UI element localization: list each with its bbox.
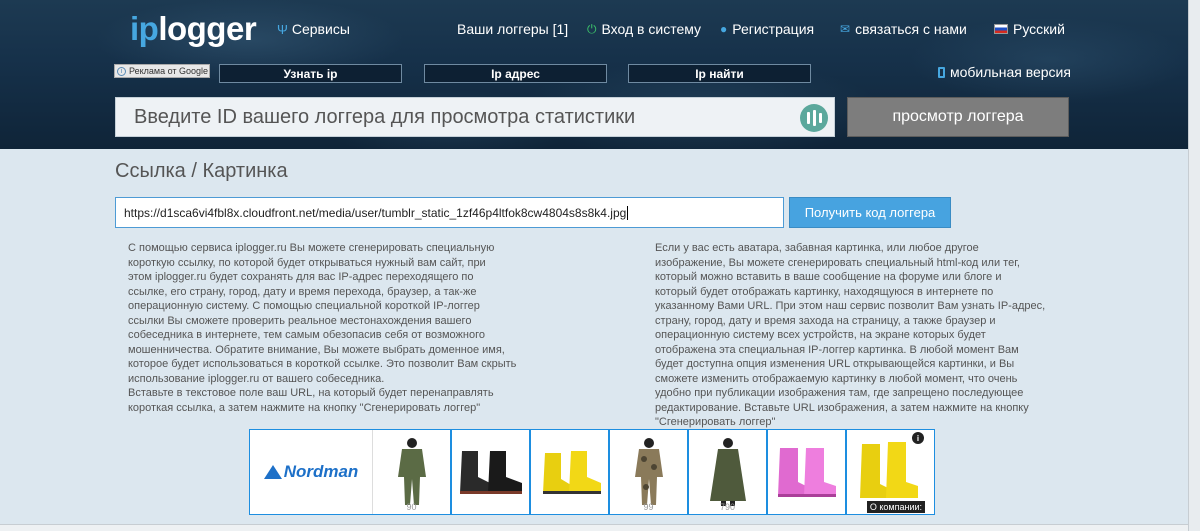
power-icon: ⏻: [587, 21, 597, 36]
ad-product-boots-black[interactable]: [452, 430, 531, 514]
info-icon: i: [117, 66, 126, 76]
ad-brand-name: Nordman: [283, 462, 359, 481]
boot-icon: [859, 442, 918, 498]
ad-link-1[interactable]: Узнать ip: [219, 64, 402, 83]
services-menu[interactable]: Ψ Сервисы: [277, 21, 350, 37]
contact-link[interactable]: ✉ связаться с нами: [840, 21, 967, 37]
login-link[interactable]: ⏻ Вход в систему: [587, 21, 701, 37]
ad-product-suit-olive[interactable]: 90: [373, 430, 452, 514]
fork-icon: Ψ: [277, 21, 288, 37]
register-label: Регистрация: [732, 21, 815, 37]
text-caret: [627, 205, 629, 220]
get-logger-code-button[interactable]: Получить код логгера: [789, 197, 951, 228]
view-logger-button[interactable]: просмотр логгера: [847, 97, 1069, 137]
url-input-value: https://d1sca6vi4fbl8x.cloudfront.net/me…: [124, 205, 627, 220]
bottom-edge: [0, 524, 1188, 531]
logger-id-input[interactable]: [116, 98, 796, 136]
ad-info-icon[interactable]: i: [912, 432, 924, 444]
my-loggers-link[interactable]: Ваши логгеры [1]: [457, 21, 568, 37]
logo-text: logger: [158, 10, 257, 47]
ad-banner[interactable]: Nordman 90 99 790 i О компании:: [249, 429, 935, 515]
ad-product-boots-pink[interactable]: [768, 430, 847, 514]
equalizer-icon[interactable]: [800, 104, 828, 132]
ad-choices-marker[interactable]: i Реклама от Google: [114, 64, 210, 78]
language-label: Русский: [1013, 21, 1065, 37]
phone-icon: [938, 66, 945, 78]
product-price: 90: [406, 502, 417, 512]
nordman-logo-icon: [263, 465, 282, 479]
description-left: С помощью сервиса iplogger.ru Вы можете …: [128, 242, 517, 414]
boot-icon: [777, 448, 836, 497]
url-input[interactable]: https://d1sca6vi4fbl8x.cloudfront.net/me…: [115, 197, 784, 228]
contact-label: связаться с нами: [855, 21, 967, 37]
site-header: iplogger Ψ Сервисы Ваши логгеры [1] ⏻ Вх…: [0, 0, 1200, 149]
product-price: 99: [643, 502, 654, 512]
ad-link-3[interactable]: Ip найти: [628, 64, 811, 83]
ad-product-boots-yellow-low[interactable]: [531, 430, 610, 514]
mobile-label: мобильная версия: [950, 64, 1071, 80]
ad-brand-logo[interactable]: Nordman: [250, 430, 373, 514]
ad-product-suit-camo[interactable]: 99: [610, 430, 689, 514]
about-company-label[interactable]: О компании:: [866, 501, 925, 513]
user-icon: ●: [720, 22, 728, 36]
page-title: Ссылка / Картинка: [115, 160, 288, 182]
language-selector[interactable]: Русский: [994, 21, 1065, 37]
ad-marker-label: Реклама от Google: [129, 66, 209, 76]
ad-product-raincoat-olive[interactable]: 790: [689, 430, 768, 514]
boot-icon: [542, 451, 601, 494]
logo-ip: ip: [130, 10, 159, 47]
russia-flag-icon: [994, 24, 1008, 34]
description-right: Если у вас есть аватара, забавная картин…: [655, 242, 1046, 428]
services-label: Сервисы: [291, 21, 350, 37]
logger-id-search: [115, 97, 835, 137]
my-loggers-label: Ваши логгеры [1]: [457, 21, 569, 37]
mobile-version-link[interactable]: мобильная версия: [938, 64, 1071, 80]
suit-icon: [397, 438, 426, 505]
ad-link-2[interactable]: Ip адрес: [424, 64, 607, 83]
ad-product-boots-yellow-high[interactable]: i О компании:: [847, 430, 926, 514]
mail-icon: ✉: [840, 22, 851, 36]
raincoat-icon: [709, 438, 746, 506]
camo-suit-icon: [634, 438, 663, 505]
product-price: 790: [719, 502, 736, 512]
login-label: Вход в систему: [601, 21, 702, 37]
logo[interactable]: iplogger: [130, 10, 257, 48]
boot-icon: [459, 451, 522, 494]
window-scrollbar[interactable]: [1188, 0, 1200, 531]
register-link[interactable]: ● Регистрация: [720, 21, 814, 37]
